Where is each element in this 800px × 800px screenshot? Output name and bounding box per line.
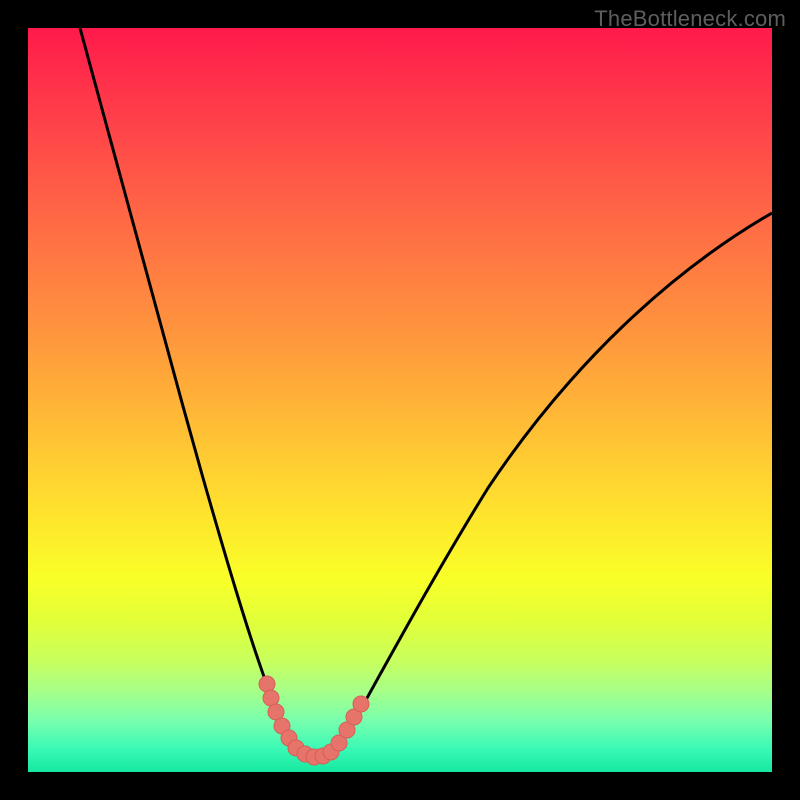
curve-left-branch	[80, 28, 296, 748]
bottleneck-curve-svg	[28, 28, 772, 772]
curve-right-branch	[340, 213, 772, 746]
annotation-dots-right	[331, 696, 369, 751]
chart-frame: TheBottleneck.com	[0, 0, 800, 800]
chart-plot-area	[28, 28, 772, 772]
annotation-dots-left	[259, 676, 297, 746]
